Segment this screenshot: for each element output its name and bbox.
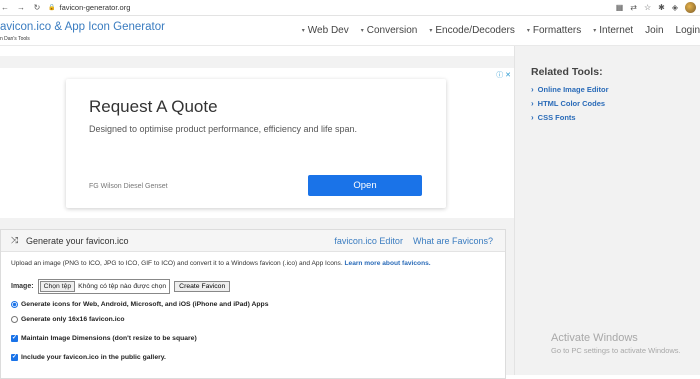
checkbox-checked[interactable]: ✓ [11, 335, 18, 342]
qr-icon[interactable]: ▦ [616, 3, 624, 12]
nav-internet[interactable]: ▾ Internet [593, 25, 633, 36]
favicon-editor-link[interactable]: favicon.ico Editor [334, 236, 403, 246]
translate-icon[interactable]: ⇄ [630, 3, 637, 12]
star-icon[interactable]: ☆ [644, 3, 651, 12]
sidebar-item-css-fonts[interactable]: › CSS Fonts [531, 110, 609, 124]
check-public-gallery[interactable]: ✓ Include your favicon.ico in the public… [11, 354, 166, 361]
related-tools-title: Related Tools: [531, 66, 603, 78]
nav-web-dev[interactable]: ▾ Web Dev [302, 25, 349, 36]
generator-description: Upload an image (PNG to ICO, JPG to ICO,… [11, 260, 431, 267]
generator-panel: ⤨ Generate your favicon.ico favicon.ico … [0, 229, 506, 379]
ad-container: ⓘ ✕ Request A Quote Designed to optimise… [0, 68, 514, 218]
chevron-right-icon: › [531, 112, 534, 122]
reload-icon[interactable]: ↻ [32, 3, 42, 13]
site-header: avicon.ico & App Icon Generator n Dan's … [0, 17, 700, 46]
caret-down-icon: ▾ [526, 28, 530, 34]
caret-down-icon: ▾ [593, 28, 597, 34]
browser-toolbar: ← → ↻ 🔒 favicon-generator.org ▦ ⇄ ☆ ✱ ◈ [0, 0, 700, 16]
nav-encode-decoders[interactable]: ▾ Encode/Decoders [429, 25, 515, 36]
sidebar-item-color-codes[interactable]: › HTML Color Codes [531, 96, 609, 110]
back-icon[interactable]: ← [0, 3, 10, 13]
site-brand-sub: n Dan's Tools [0, 36, 30, 42]
generator-links: favicon.ico Editor What are Favicons? [334, 236, 493, 246]
radio-selected[interactable] [11, 301, 18, 308]
adchoices-icon[interactable]: ⓘ ✕ [496, 70, 511, 80]
site-brand[interactable]: avicon.ico & App Icon Generator [0, 21, 165, 33]
related-tools-list: › Online Image Editor › HTML Color Codes ›… [531, 82, 609, 124]
lock-icon: 🔒 [48, 5, 56, 11]
file-input[interactable]: Chọn tệp Không có tệp nào được chọn [37, 279, 171, 294]
browser-actions: ▦ ⇄ ☆ ✱ ◈ [616, 2, 696, 13]
caret-down-icon: ▾ [429, 28, 433, 34]
chevron-right-icon: › [531, 84, 534, 94]
address-bar[interactable]: favicon-generator.org [59, 3, 130, 12]
choose-file-button[interactable]: Chọn tệp [39, 281, 76, 292]
nav-formatters[interactable]: ▾ Formatters [527, 25, 581, 36]
create-favicon-button[interactable]: Create Favicon [174, 281, 231, 292]
ad-card[interactable]: Request A Quote Designed to optimise pro… [66, 79, 446, 208]
shuffle-icon: ⤨ [11, 235, 19, 245]
nav-login[interactable]: Login [676, 25, 700, 36]
caret-down-icon: ▾ [360, 28, 364, 34]
forward-icon[interactable]: → [16, 3, 26, 13]
ad-subtitle: Designed to optimise product performance… [89, 124, 357, 134]
sidebar-item-image-editor[interactable]: › Online Image Editor [531, 82, 609, 96]
option-16x16[interactable]: Generate only 16x16 favicon.ico [11, 316, 125, 323]
checkbox-checked[interactable]: ✓ [11, 354, 18, 361]
radio-unselected[interactable] [11, 316, 18, 323]
activate-windows-watermark: Activate Windows Go to PC settings to ac… [551, 332, 681, 355]
avatar[interactable] [685, 2, 696, 13]
extensions-icon[interactable]: ✱ [658, 3, 665, 12]
generator-header: ⤨ Generate your favicon.ico favicon.ico … [1, 230, 505, 252]
learn-more-link[interactable]: Learn more about favicons. [345, 260, 431, 267]
image-label: Image: [11, 283, 34, 290]
option-all-platforms[interactable]: Generate icons for Web, Android, Microso… [11, 301, 268, 308]
no-file-text: Không có tệp nào được chọn [78, 283, 167, 290]
image-upload-row: Image: Chọn tệp Không có tệp nào được ch… [11, 279, 231, 294]
what-are-favicons-link[interactable]: What are Favicons? [413, 236, 493, 246]
nav-join[interactable]: Join [645, 25, 663, 36]
main-nav: ▾ Web Dev ▾ Conversion ▾ Encode/Decoders ▾ F… [302, 25, 700, 36]
check-maintain-dimensions[interactable]: ✓ Maintain Image Dimensions (don't resiz… [11, 335, 197, 342]
nav-conversion[interactable]: ▾ Conversion [361, 25, 418, 36]
chevron-right-icon: › [531, 98, 534, 108]
caret-down-icon: ▾ [301, 28, 305, 34]
generator-title: Generate your favicon.ico [26, 236, 129, 246]
sidebar: Related Tools: › Online Image Editor › HTM… [514, 46, 700, 375]
ad-open-button[interactable]: Open [308, 175, 422, 196]
ad-title: Request A Quote [89, 97, 218, 116]
puzzle-icon[interactable]: ◈ [672, 3, 678, 12]
main-content: ⓘ ✕ Request A Quote Designed to optimise… [0, 56, 514, 379]
ad-advertiser: FG Wilson Diesel Genset [89, 183, 168, 190]
